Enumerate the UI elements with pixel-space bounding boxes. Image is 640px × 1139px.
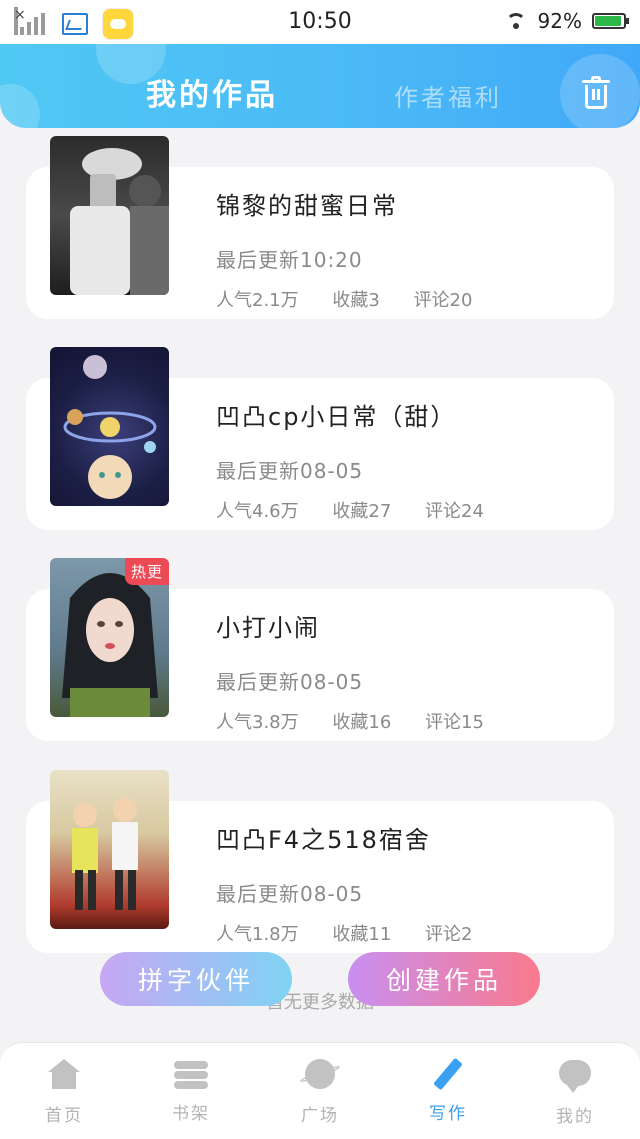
comments: 评论15 <box>425 712 484 733</box>
nav-item-write[interactable]: 写作 <box>398 1057 498 1124</box>
favorites: 收藏27 <box>332 501 392 522</box>
pen-icon <box>431 1057 465 1091</box>
work-updated: 最后更新08-05 <box>216 670 364 694</box>
work-stats: 人气3.8万 收藏16 评论15 <box>216 708 512 734</box>
work-updated: 最后更新08-05 <box>216 459 364 483</box>
nav-label: 首页 <box>45 1106 83 1126</box>
favorites: 收藏3 <box>332 290 380 311</box>
nav-label: 书架 <box>172 1104 210 1124</box>
nav-label: 广场 <box>301 1106 339 1126</box>
work-cover-image[interactable] <box>50 770 169 929</box>
work-cover-image[interactable] <box>50 136 169 295</box>
work-item[interactable]: 锦黎的甜蜜日常 最后更新10:20 人气2.1万 收藏3 评论20 <box>0 136 640 336</box>
cover-art <box>70 148 169 295</box>
work-stats: 人气1.8万 收藏11 评论2 <box>216 920 500 946</box>
work-cover-image[interactable]: 热更 <box>50 558 169 717</box>
list-end-text: 暂无更多数据 <box>266 992 374 1013</box>
work-updated: 最后更新10:20 <box>216 248 363 272</box>
work-updated: 最后更新08-05 <box>216 882 364 906</box>
tab-author-benefits[interactable]: 作者福利 <box>394 78 502 113</box>
favorites: 收藏11 <box>332 924 392 945</box>
app-header: 我的作品 作者福利 <box>0 44 640 128</box>
nav-item-home[interactable]: 首页 <box>14 1057 114 1126</box>
popularity: 人气1.8万 <box>216 924 299 945</box>
popularity: 人气4.6万 <box>216 501 299 522</box>
nav-item-mine[interactable]: 我的 <box>525 1057 625 1127</box>
work-cover-image[interactable] <box>50 347 169 506</box>
comments: 评论20 <box>413 290 473 311</box>
cover-art <box>72 798 138 910</box>
hot-update-badge: 热更 <box>124 558 169 585</box>
cover-art <box>63 355 157 499</box>
popularity: 人气3.8万 <box>216 712 299 733</box>
bookshelf-icon <box>174 1057 208 1091</box>
home-icon <box>47 1059 81 1093</box>
nav-item-bookshelf[interactable]: 书架 <box>141 1057 241 1124</box>
comments: 评论24 <box>425 501 484 522</box>
chat-icon <box>558 1060 592 1094</box>
trash-icon[interactable] <box>582 76 610 110</box>
battery-icon <box>592 13 629 29</box>
create-work-button[interactable]: 创建作品 <box>348 952 540 1006</box>
decor-bubble <box>0 84 40 128</box>
work-stats: 人气4.6万 收藏27 评论24 <box>216 497 512 523</box>
writing-partner-button[interactable]: 拼字伙伴 <box>100 952 292 1006</box>
work-item[interactable]: 凹凸F4之518宿舍 最后更新08-05 人气1.8万 收藏11 评论2 <box>0 770 640 970</box>
work-title[interactable]: 凹凸cp小日常（甜） <box>216 397 456 432</box>
status-right: 92% <box>504 9 629 33</box>
popularity: 人气2.1万 <box>216 290 299 311</box>
work-item[interactable]: 热更 小打小闹 最后更新08-05 人气3.8万 收藏16 评论15 <box>0 558 640 758</box>
nav-item-square[interactable]: 广场 <box>270 1057 370 1126</box>
nav-label: 写作 <box>429 1104 467 1124</box>
comments: 评论2 <box>425 924 473 945</box>
work-item[interactable]: 凹凸cp小日常（甜） 最后更新08-05 人气4.6万 收藏27 评论24 <box>0 347 640 547</box>
nav-label: 我的 <box>556 1107 594 1127</box>
work-stats: 人气2.1万 收藏3 评论20 <box>216 286 500 312</box>
favorites: 收藏16 <box>332 712 392 733</box>
work-title[interactable]: 小打小闹 <box>216 608 320 643</box>
work-title[interactable]: 锦黎的甜蜜日常 <box>216 186 398 221</box>
wifi-icon <box>504 11 528 31</box>
bottom-nav: 首页 书架 广场 写作 我的 <box>0 1042 640 1139</box>
battery-percent: 92% <box>537 9 582 33</box>
status-bar: × 10:50 92% <box>0 0 640 44</box>
tab-my-works[interactable]: 我的作品 <box>146 70 278 114</box>
planet-icon <box>303 1059 337 1093</box>
work-title[interactable]: 凹凸F4之518宿舍 <box>216 820 431 855</box>
